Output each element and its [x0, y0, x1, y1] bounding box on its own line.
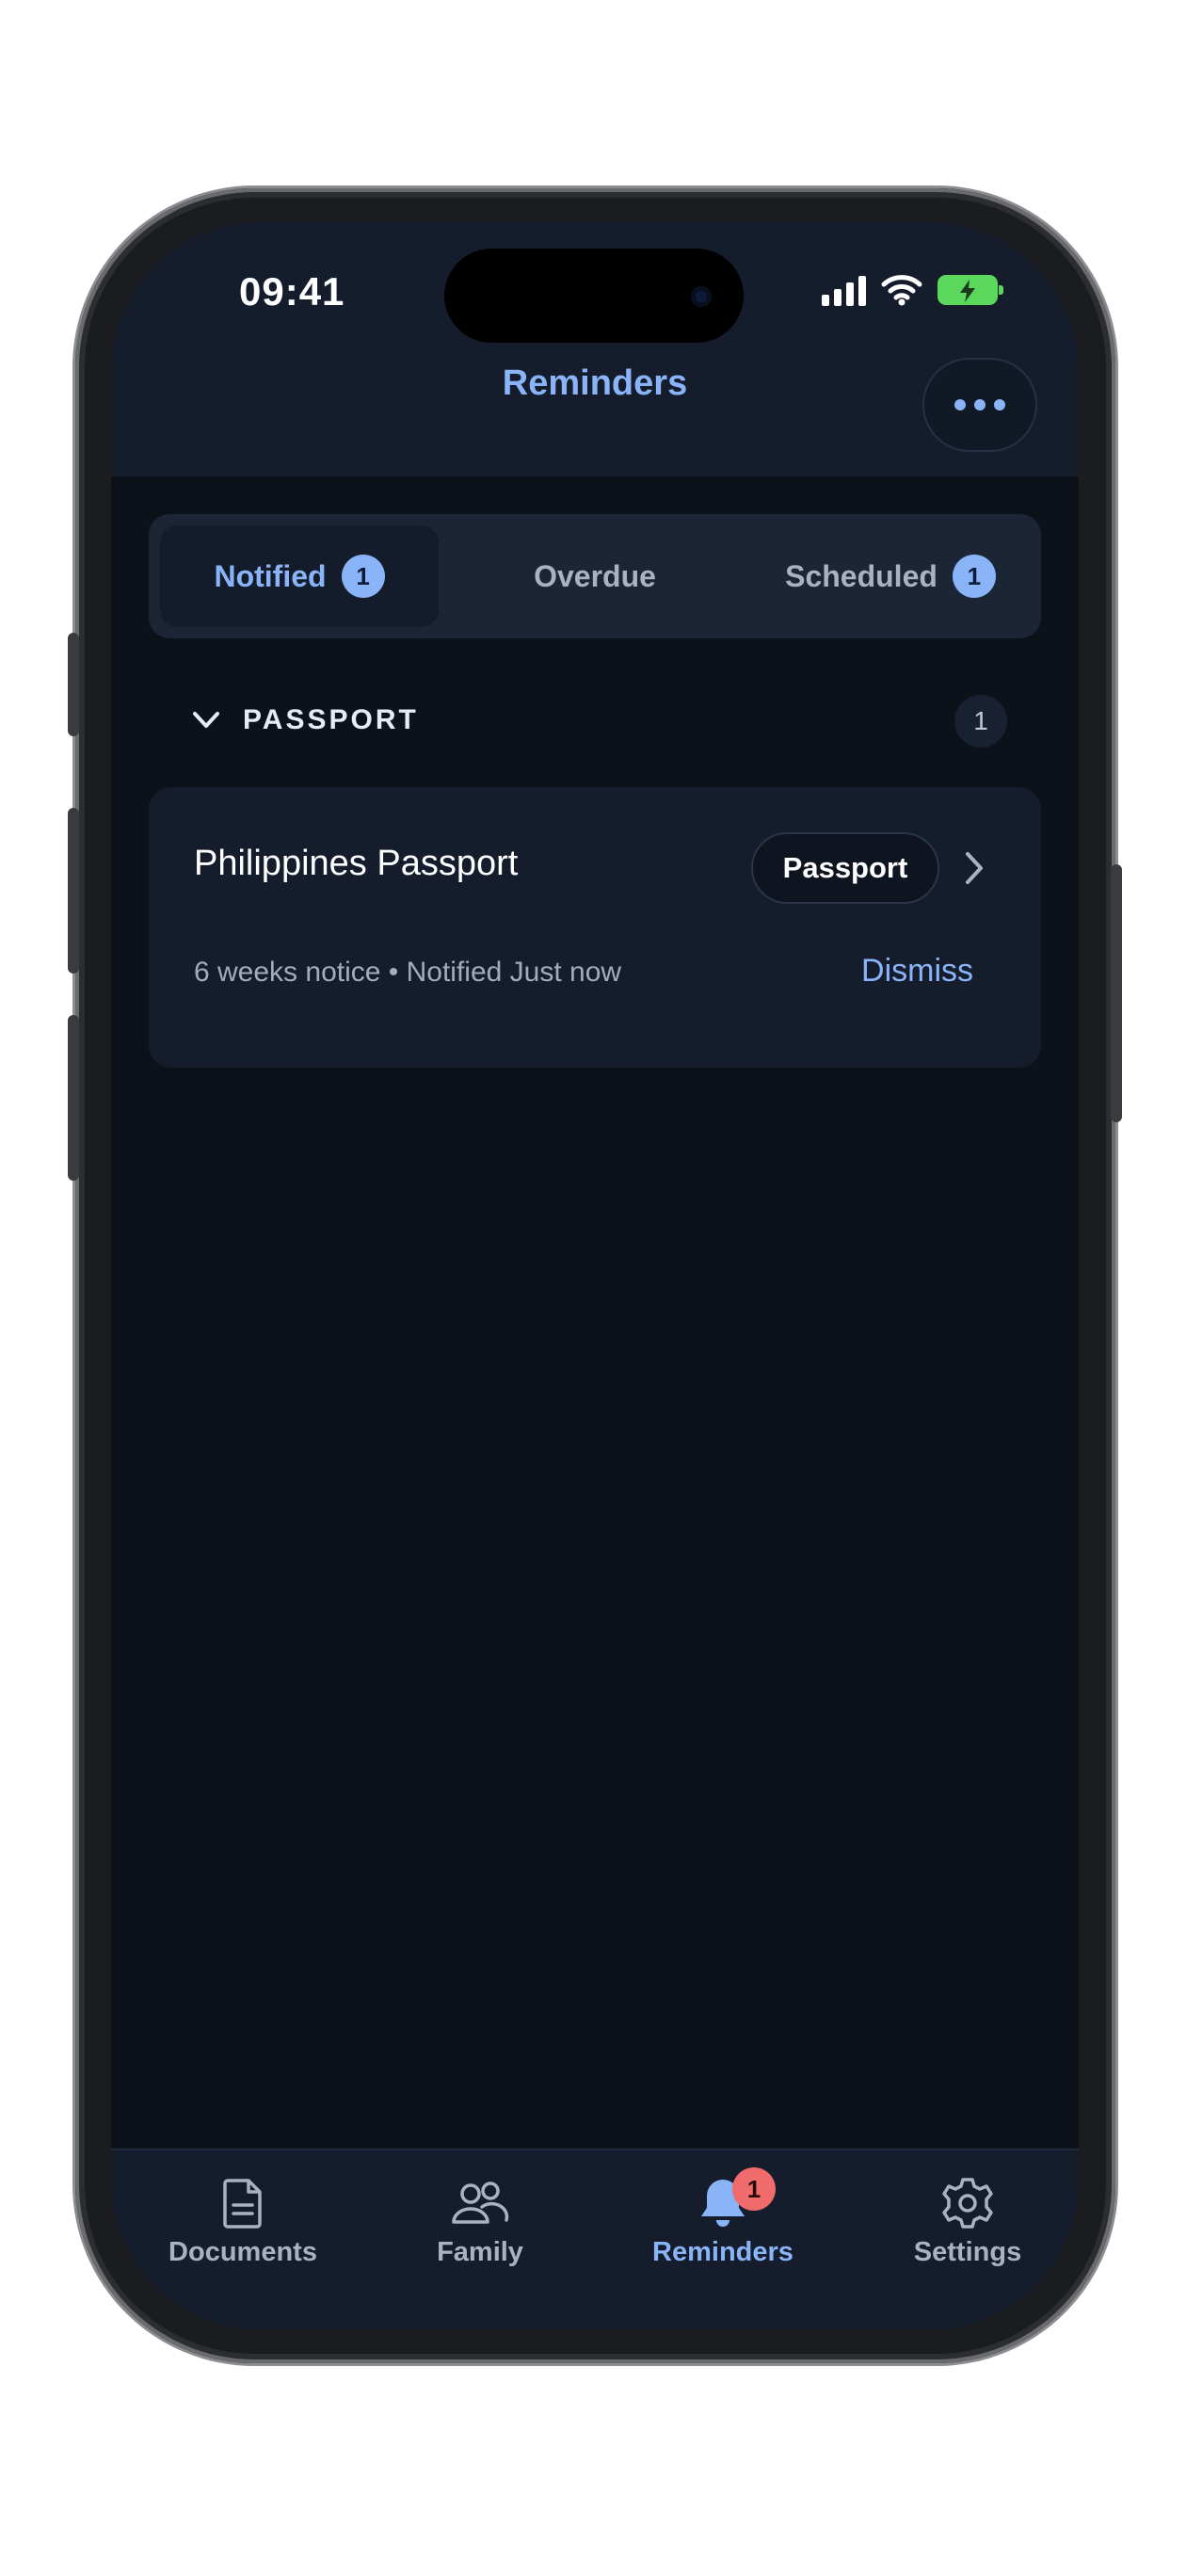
bottom-tab-bar: Documents Family 1 Reminders Settings — [111, 2149, 1079, 2329]
status-time: 09:41 — [239, 269, 345, 314]
chevron-right-icon — [966, 852, 983, 884]
gear-icon — [942, 2178, 993, 2229]
group-header-passport[interactable]: PASSPORT 1 — [149, 693, 1041, 749]
document-icon — [223, 2179, 262, 2229]
status-icons — [822, 271, 1003, 309]
more-dot-icon — [974, 399, 986, 411]
action-button — [68, 633, 79, 736]
chevron-down-icon — [193, 712, 219, 728]
nav-settings-label: Settings — [913, 2237, 1022, 2267]
nav-reminders[interactable]: 1 Reminders — [619, 2167, 826, 2268]
tab-scheduled-count: 1 — [952, 555, 996, 598]
tab-scheduled-label: Scheduled — [785, 558, 938, 593]
top-bar: 09:41 Reminders — [111, 222, 1079, 476]
category-chip: Passport — [751, 832, 939, 904]
more-dot-icon — [994, 399, 1005, 411]
cellular-signal-icon — [822, 274, 866, 306]
tab-notified-count: 1 — [341, 555, 385, 598]
nav-family[interactable]: Family — [377, 2175, 584, 2268]
more-options-button[interactable] — [922, 358, 1037, 452]
app-screen: 09:41 Reminders Notified 1 Overdue Sched… — [111, 222, 1079, 2329]
nav-documents[interactable]: Documents — [139, 2175, 346, 2268]
people-icon — [452, 2182, 509, 2224]
tab-notified[interactable]: Notified 1 — [160, 525, 439, 627]
dynamic-island — [444, 249, 744, 343]
power-button — [1111, 864, 1122, 1122]
dismiss-button[interactable]: Dismiss — [861, 953, 973, 990]
tab-scheduled[interactable]: Scheduled 1 — [751, 525, 1030, 627]
reminder-filter-tabs: Notified 1 Overdue Scheduled 1 — [149, 514, 1041, 638]
volume-up-button — [68, 808, 79, 974]
nav-settings[interactable]: Settings — [864, 2175, 1071, 2268]
wifi-icon — [881, 275, 922, 306]
nav-family-label: Family — [437, 2237, 523, 2267]
tab-overdue-label: Overdue — [534, 558, 656, 593]
tab-notified-label: Notified — [214, 558, 327, 593]
volume-down-button — [68, 1015, 79, 1181]
reminder-title: Philippines Passport — [194, 844, 519, 883]
reminder-card[interactable]: Philippines Passport Passport 6 weeks no… — [149, 787, 1041, 1068]
group-count-badge: 1 — [954, 695, 1007, 748]
battery-charging-icon — [938, 275, 1003, 305]
reminder-meta: 6 weeks notice • Notified Just now — [194, 957, 622, 988]
reminders-badge: 1 — [732, 2167, 776, 2211]
tab-overdue[interactable]: Overdue — [456, 525, 734, 627]
nav-reminders-label: Reminders — [652, 2237, 793, 2267]
more-dot-icon — [954, 399, 966, 411]
camera-icon — [691, 286, 712, 307]
group-title: PASSPORT — [243, 704, 419, 735]
nav-documents-label: Documents — [168, 2237, 317, 2267]
